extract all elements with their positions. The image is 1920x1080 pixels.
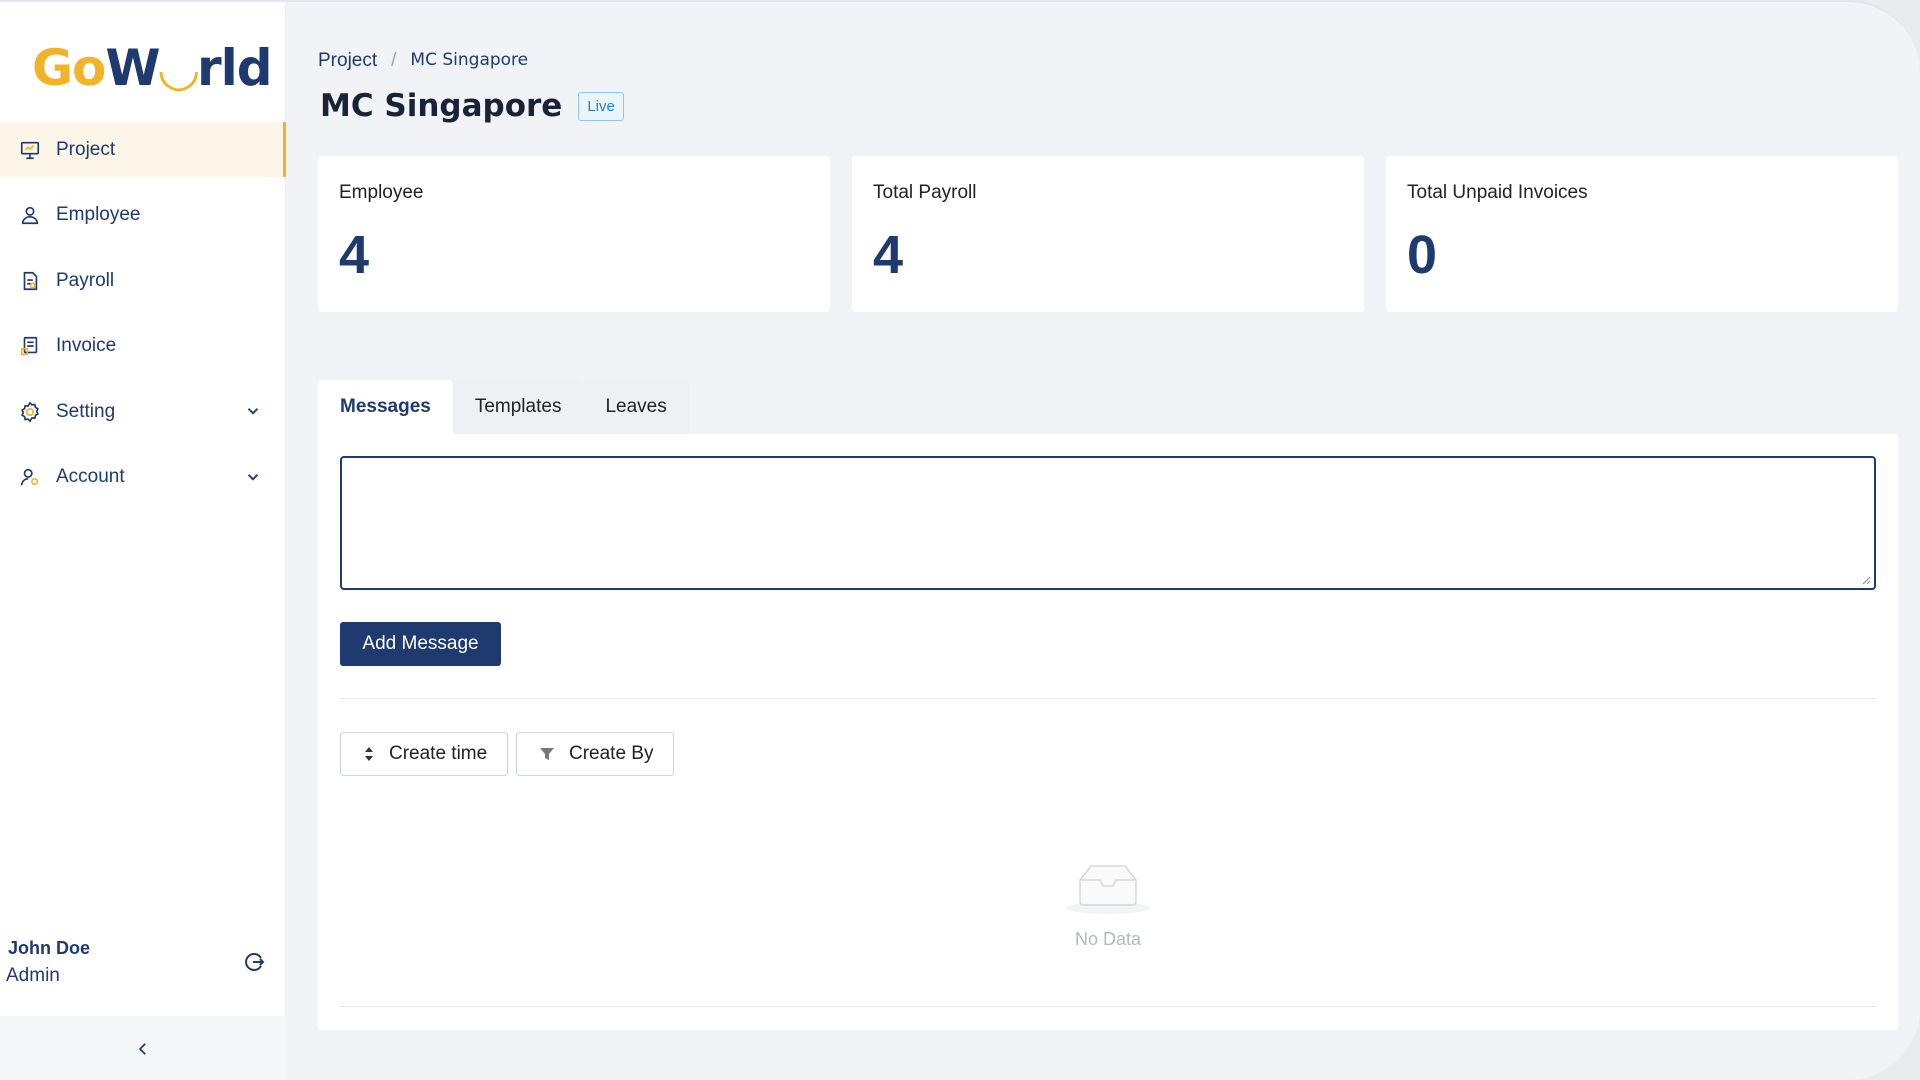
user-icon (18, 203, 42, 227)
empty-inbox-icon (1066, 865, 1150, 914)
stat-label: Total Payroll (873, 182, 977, 203)
account-icon (18, 465, 42, 489)
logo-smile: ◡ (159, 39, 198, 97)
tab-bar: Messages Templates Leaves (318, 380, 689, 434)
logo-w: W (105, 39, 160, 97)
sort-icon (365, 747, 373, 761)
document-icon (18, 269, 42, 293)
sidebar-item-label: Account (56, 466, 125, 488)
sidebar-item-payroll[interactable]: Payroll (0, 253, 286, 308)
sidebar-item-label: Employee (56, 204, 141, 226)
tab-messages[interactable]: Messages (318, 380, 453, 434)
goworld-logo[interactable]: GoW◡rld (32, 39, 273, 97)
chevron-left-icon (138, 1043, 146, 1055)
sidebar-item-label: Project (56, 138, 116, 160)
breadcrumb-current: MC Singapore (410, 50, 529, 70)
tab-templates[interactable]: Templates (452, 380, 584, 434)
stat-label: Total Unpaid Invoices (1407, 182, 1588, 203)
tab-leaves[interactable]: Leaves (583, 380, 689, 434)
status-badge: Live (578, 91, 624, 121)
message-input[interactable] (340, 456, 1876, 590)
sidebar-item-invoice[interactable]: Invoice (0, 319, 286, 374)
sidebar-item-project[interactable]: Project (0, 122, 286, 177)
stat-card-total-payroll: Total Payroll 4 (852, 156, 1364, 312)
user-name: John Doe (8, 938, 91, 958)
stat-card-employee: Employee 4 (318, 156, 830, 312)
collapse-sidebar-button[interactable] (0, 1016, 286, 1080)
sidebar-item-setting[interactable]: Setting (0, 384, 286, 439)
sidebar-item-employee[interactable]: Employee (0, 188, 286, 243)
page-title: MC Singapore (320, 88, 563, 124)
filter-label: Create By (569, 743, 654, 764)
messages-panel: Add Message Create time Create By No Dat… (318, 434, 1898, 1030)
invoice-icon (18, 334, 42, 358)
sidebar-nav: Project Employee Payroll Invoice Setting… (0, 122, 286, 516)
stat-value: 4 (873, 225, 904, 285)
title-row: MC Singapore Live (320, 88, 624, 124)
logo-rld: rld (197, 39, 273, 97)
sort-label: Create time (389, 743, 488, 764)
user-info: John Doe Admin (6, 938, 91, 987)
divider (340, 698, 1876, 699)
divider (340, 1006, 1876, 1007)
logout-icon[interactable] (242, 950, 266, 974)
stat-value: 4 (339, 225, 370, 285)
breadcrumb-project-link[interactable]: Project (318, 50, 377, 72)
sidebar-item-account[interactable]: Account (0, 450, 286, 505)
stat-card-unpaid-invoices: Total Unpaid Invoices 0 (1386, 156, 1898, 312)
sidebar-item-label: Invoice (56, 335, 117, 357)
add-message-button[interactable]: Add Message (340, 622, 501, 666)
filter-icon (540, 748, 554, 760)
filter-create-by-button[interactable]: Create By (516, 732, 675, 776)
main-content: Project / MC Singapore MC Singapore Live… (286, 2, 1920, 1080)
stat-value: 0 (1407, 225, 1438, 285)
user-role: Admin (6, 965, 60, 986)
sort-create-time-button[interactable]: Create time (340, 732, 509, 776)
breadcrumb-separator: / (391, 50, 397, 71)
empty-text: No Data (1074, 929, 1142, 949)
resize-handle-icon[interactable] (1861, 575, 1871, 585)
gear-icon (18, 400, 42, 424)
sidebar: GoW◡rld Project Employee Payroll Invoice… (0, 2, 286, 1080)
chevron-down-icon[interactable] (244, 468, 262, 486)
app-frame: GoW◡rld Project Employee Payroll Invoice… (0, 0, 1920, 1080)
stat-label: Employee (339, 182, 424, 203)
presentation-icon (18, 138, 42, 162)
breadcrumb: Project / MC Singapore (318, 50, 528, 72)
logo-go: Go (32, 39, 106, 97)
chevron-down-icon[interactable] (244, 402, 262, 420)
stat-cards: Employee 4 Total Payroll 4 Total Unpaid … (318, 156, 1898, 312)
empty-state: No Data (318, 854, 1898, 950)
sidebar-item-label: Setting (56, 400, 116, 422)
sidebar-item-label: Payroll (56, 269, 115, 291)
